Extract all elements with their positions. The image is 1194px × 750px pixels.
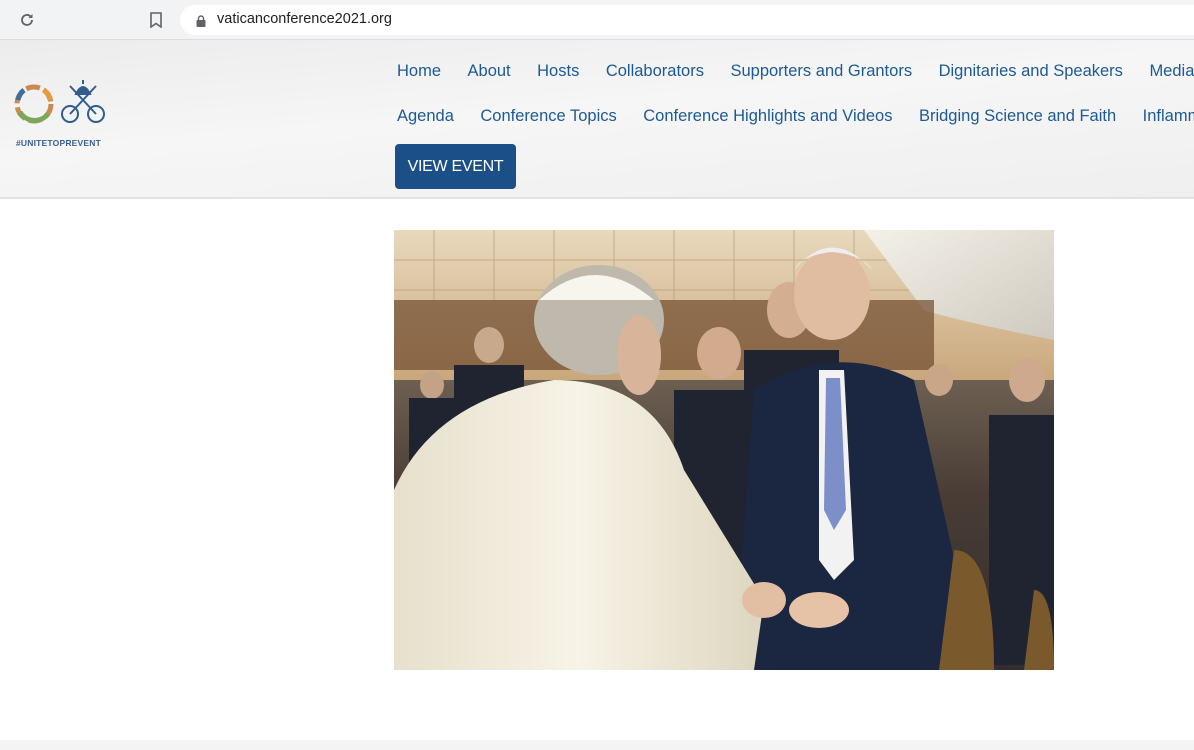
url-text: vaticanconference2021.org bbox=[217, 11, 392, 27]
nav-supporters-and-grantors[interactable]: Supporters and Grantors bbox=[730, 62, 912, 81]
nav-hosts[interactable]: Hosts bbox=[537, 62, 579, 81]
logo-graphic bbox=[14, 80, 105, 124]
nav-media[interactable]: Media bbox=[1149, 62, 1194, 81]
view-event-button[interactable]: VIEW EVENT bbox=[395, 144, 516, 189]
site-logo[interactable]: #UNITETOPREVENT bbox=[10, 80, 110, 150]
nav-home[interactable]: Home bbox=[397, 62, 441, 81]
address-bar[interactable]: vaticanconference2021.org bbox=[180, 5, 1194, 35]
primary-nav-row-2: Agenda Conference Topics Conference High… bbox=[397, 107, 1194, 126]
browser-toolbar: vaticanconference2021.org bbox=[0, 0, 1194, 40]
lock-icon bbox=[196, 14, 206, 32]
photo-illustration bbox=[394, 230, 1054, 670]
page-bottom-strip bbox=[0, 740, 1194, 750]
nav-about[interactable]: About bbox=[468, 62, 511, 81]
nav-conference-highlights-and-videos[interactable]: Conference Highlights and Videos bbox=[643, 107, 892, 126]
reload-icon[interactable] bbox=[17, 10, 37, 30]
bookmark-icon[interactable] bbox=[146, 10, 166, 30]
site-header: #UNITETOPREVENT Home About Hosts Collabo… bbox=[0, 40, 1194, 199]
nav-conference-topics[interactable]: Conference Topics bbox=[480, 107, 616, 126]
nav-bridging-science-and-faith[interactable]: Bridging Science and Faith bbox=[919, 107, 1116, 126]
primary-nav-row-1: Home About Hosts Collaborators Supporter… bbox=[397, 62, 1194, 81]
nav-inflammation[interactable]: Inflammation bbox=[1143, 107, 1194, 126]
logo-tagline: #UNITETOPREVENT bbox=[16, 138, 102, 148]
nav-dignitaries-and-speakers[interactable]: Dignitaries and Speakers bbox=[939, 62, 1123, 81]
hero-photo bbox=[394, 230, 1054, 670]
nav-agenda[interactable]: Agenda bbox=[397, 107, 454, 126]
nav-collaborators[interactable]: Collaborators bbox=[606, 62, 704, 81]
